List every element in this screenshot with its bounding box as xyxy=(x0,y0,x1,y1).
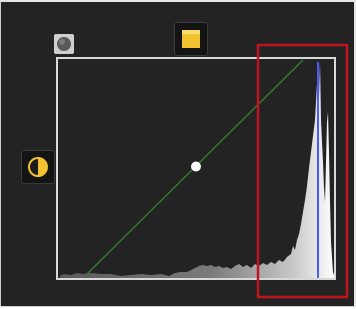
curves-panel xyxy=(0,0,356,307)
curves-graph[interactable] xyxy=(1,2,356,309)
curve-control-point[interactable] xyxy=(191,161,201,172)
